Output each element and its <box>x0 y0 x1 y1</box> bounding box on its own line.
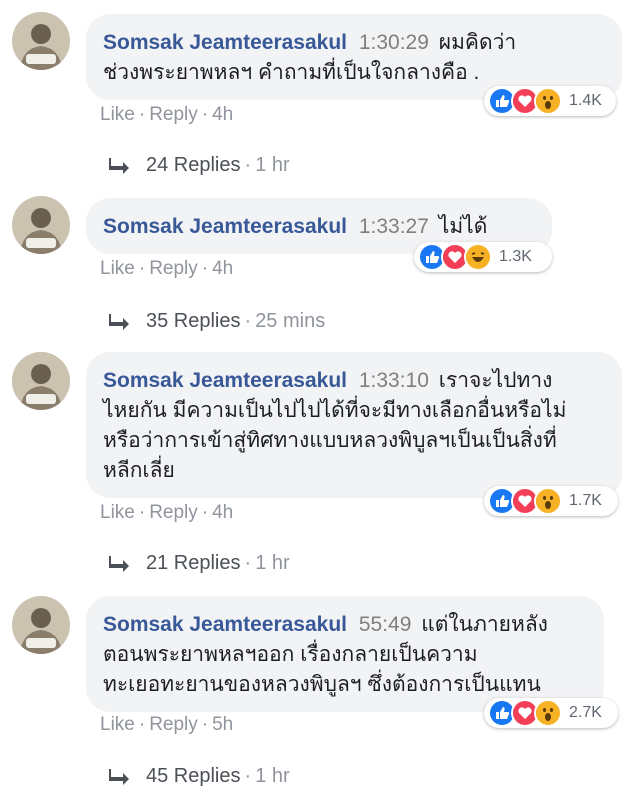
comment-actions: Like · Reply · 4h <box>100 104 234 125</box>
comment-author[interactable]: Somsak Jeamteerasakul <box>103 31 347 54</box>
comment-text-line: เราจะไปทาง <box>438 369 553 392</box>
view-replies[interactable]: 24 Replies · 1 hr <box>108 154 290 177</box>
replies-age: 1 hr <box>255 154 290 176</box>
reply-link[interactable]: Reply <box>149 104 198 125</box>
comment-actions: Like · Reply · 4h <box>100 502 234 523</box>
avatar[interactable] <box>12 12 70 70</box>
comment-age[interactable]: 4h <box>212 502 233 523</box>
reactions-summary[interactable]: 2.7K <box>484 698 618 728</box>
comment-author[interactable]: Somsak Jeamteerasakul <box>103 369 347 392</box>
like-link[interactable]: Like <box>100 714 135 735</box>
wow-icon <box>534 87 562 115</box>
reaction-count: 1.3K <box>499 248 532 265</box>
comment-actions: Like · Reply · 5h <box>100 714 234 735</box>
comment-text-line: แต่ในภายหลัง <box>421 613 548 636</box>
profile-photo-icon <box>12 196 70 254</box>
profile-photo-icon <box>12 12 70 70</box>
comment-bubble: Somsak Jeamteerasakul 55:49 แต่ในภายหลัง… <box>86 596 604 712</box>
replies-age: 1 hr <box>255 552 290 574</box>
replies-count[interactable]: 24 Replies <box>146 154 241 177</box>
reaction-count: 2.7K <box>569 704 602 721</box>
like-link[interactable]: Like <box>100 258 135 279</box>
reaction-count: 1.4K <box>569 92 602 109</box>
reply-arrow-icon <box>109 157 129 174</box>
replies-count[interactable]: 21 Replies <box>146 552 241 575</box>
reactions-summary[interactable]: 1.7K <box>484 486 618 516</box>
comment-actions: Like · Reply · 4h <box>100 258 234 279</box>
comment-text-line: ผมคิดว่า <box>438 31 517 54</box>
replies-count[interactable]: 35 Replies <box>146 310 241 333</box>
haha-icon <box>464 243 492 271</box>
comment-text-line: ไม่ได้ <box>438 215 488 238</box>
view-replies[interactable]: 21 Replies · 1 hr <box>108 552 290 575</box>
comment-bubble: Somsak Jeamteerasakul 1:33:10 เราจะไปทาง… <box>86 352 622 498</box>
comment-age[interactable]: 5h <box>212 714 233 735</box>
reply-arrow-icon <box>109 768 129 785</box>
comment-text-line: ไหยกัน มีความเป็นไปไปได้ที่จะมีทางเลือกอ… <box>103 399 567 422</box>
comment-text-line: หรือว่าการเข้าสู่ทิศทางแบบหลวงพิบูลฯเป็น… <box>103 429 557 452</box>
video-timestamp[interactable]: 1:33:10 <box>359 369 429 392</box>
profile-photo-icon <box>12 596 70 654</box>
reply-arrow-icon <box>109 555 129 572</box>
view-replies[interactable]: 35 Replies · 25 mins <box>108 310 325 333</box>
replies-age: 25 mins <box>255 310 326 332</box>
comment-text-line: หลีกเลี่ย <box>103 459 175 482</box>
comment-age[interactable]: 4h <box>212 258 233 279</box>
reply-arrow-icon <box>109 313 129 330</box>
avatar[interactable] <box>12 352 70 410</box>
reply-link[interactable]: Reply <box>149 502 198 523</box>
comment-text-line: ทะเยอทะยานของหลวงพิบูลฯ ซึ่งต้องการเป็นแ… <box>103 673 541 696</box>
like-link[interactable]: Like <box>100 104 135 125</box>
reactions-summary[interactable]: 1.4K <box>484 86 616 116</box>
reply-link[interactable]: Reply <box>149 258 198 279</box>
profile-photo-icon <box>12 352 70 410</box>
wow-icon <box>534 699 562 727</box>
replies-count[interactable]: 45 Replies <box>146 765 241 788</box>
comment-age[interactable]: 4h <box>212 104 233 125</box>
video-timestamp[interactable]: 1:30:29 <box>359 31 429 54</box>
avatar[interactable] <box>12 196 70 254</box>
replies-age: 1 hr <box>255 765 290 787</box>
comment-text-line: ช่วงพระยาพหลฯ คำถามที่เป็นใจกลางคือ . <box>103 61 480 84</box>
like-link[interactable]: Like <box>100 502 135 523</box>
comment-author[interactable]: Somsak Jeamteerasakul <box>103 215 347 238</box>
avatar[interactable] <box>12 596 70 654</box>
wow-icon <box>534 487 562 515</box>
video-timestamp[interactable]: 55:49 <box>359 613 412 636</box>
view-replies[interactable]: 45 Replies · 1 hr <box>108 765 290 788</box>
reaction-count: 1.7K <box>569 492 602 509</box>
comment-text-line: ตอนพระยาพหลฯออก เรื่องกลายเป็นความ <box>103 643 478 666</box>
video-timestamp[interactable]: 1:33:27 <box>359 215 429 238</box>
reply-link[interactable]: Reply <box>149 714 198 735</box>
reactions-summary[interactable]: 1.3K <box>414 242 552 272</box>
comment-author[interactable]: Somsak Jeamteerasakul <box>103 613 347 636</box>
